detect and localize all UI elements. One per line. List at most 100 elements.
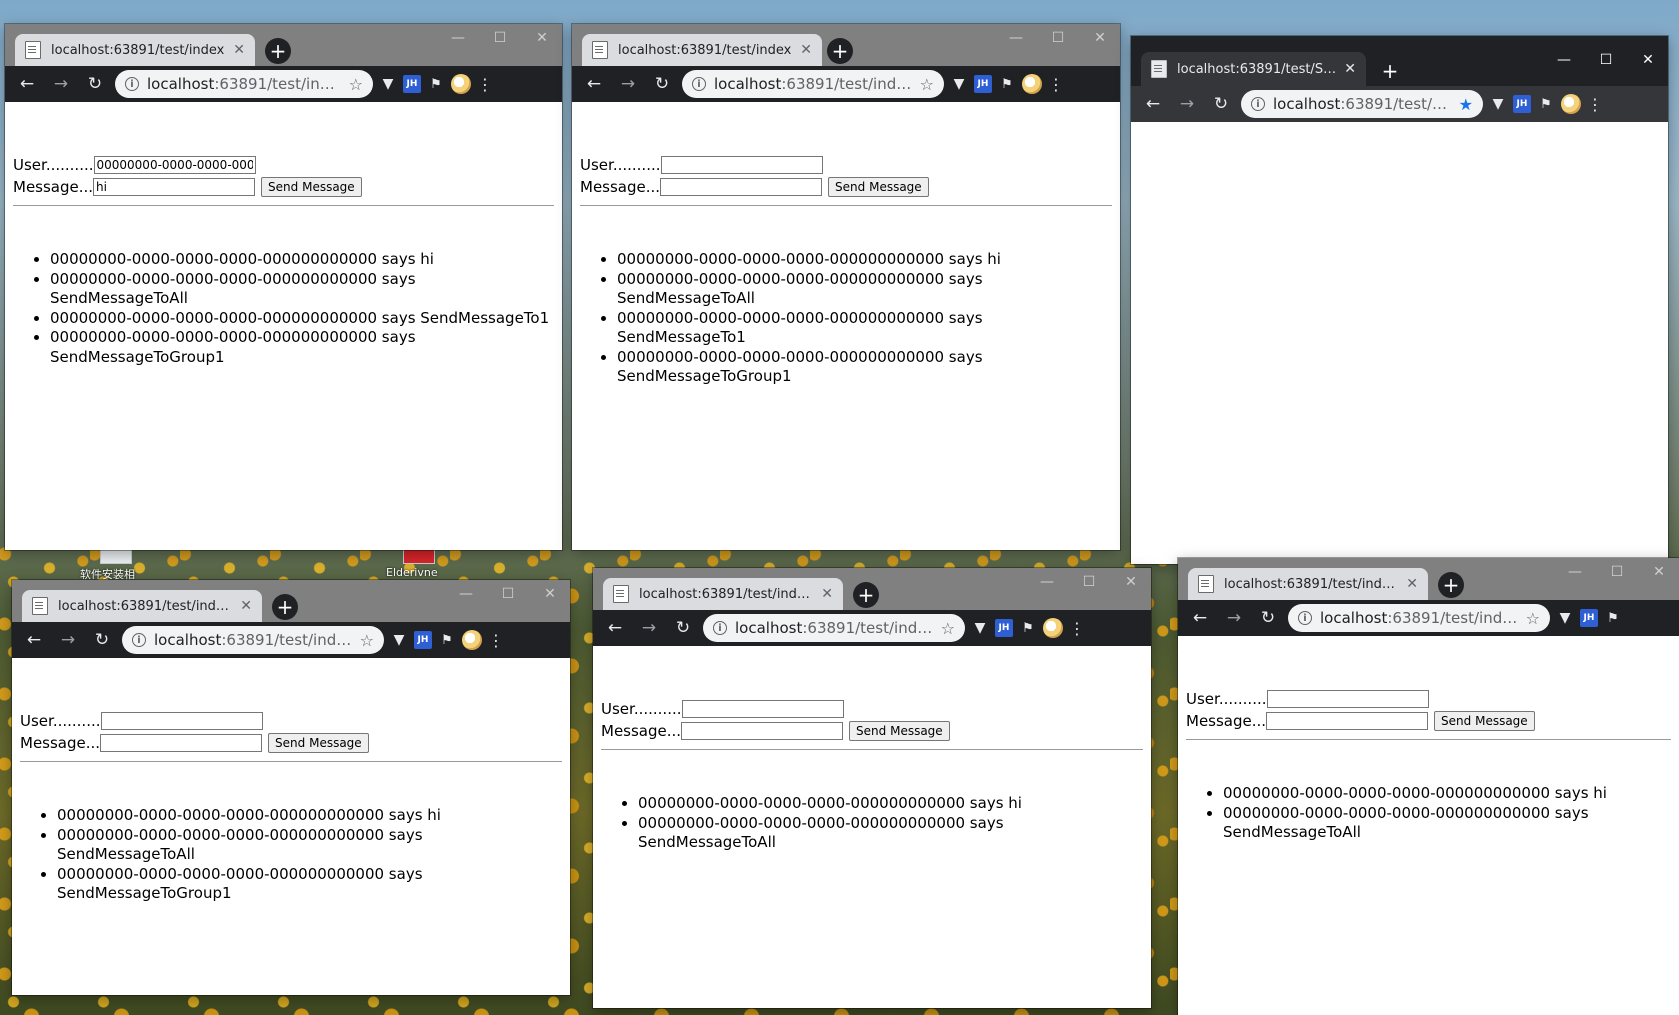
profile-avatar[interactable] xyxy=(462,630,482,650)
reload-icon[interactable]: ↻ xyxy=(648,74,676,94)
extension-jh-icon[interactable]: JH xyxy=(995,619,1013,637)
title-bar[interactable]: localhost:63891/test/index3 ✕ + — ☐ ✕ xyxy=(1178,558,1679,600)
extension-flag-icon[interactable]: ⚑ xyxy=(438,631,456,649)
profile-avatar[interactable] xyxy=(1043,618,1063,638)
extension-v-icon[interactable]: ▼ xyxy=(379,75,397,93)
back-arrow-icon[interactable]: ← xyxy=(580,74,608,94)
forward-arrow-icon[interactable]: → xyxy=(614,74,642,94)
reload-icon[interactable]: ↻ xyxy=(669,618,697,638)
kebab-menu-icon[interactable]: ⋮ xyxy=(1587,95,1603,114)
maximize-icon[interactable]: ☐ xyxy=(496,586,520,602)
maximize-icon[interactable]: ☐ xyxy=(1046,30,1070,46)
info-icon[interactable]: i xyxy=(1251,97,1265,111)
message-input[interactable] xyxy=(681,722,844,740)
back-arrow-icon[interactable]: ← xyxy=(20,630,48,650)
forward-arrow-icon[interactable]: → xyxy=(54,630,82,650)
close-icon[interactable]: ✕ xyxy=(538,586,562,602)
extension-flag-icon[interactable]: ⚑ xyxy=(427,75,445,93)
user-input[interactable] xyxy=(100,712,263,730)
close-icon[interactable]: ✕ xyxy=(1406,576,1418,592)
info-icon[interactable]: i xyxy=(125,77,139,91)
bookmark-star-icon[interactable]: ☆ xyxy=(941,619,955,638)
minimize-icon[interactable]: — xyxy=(1552,52,1576,68)
bookmark-star-icon[interactable]: ★ xyxy=(1459,95,1473,114)
close-icon[interactable]: ✕ xyxy=(1119,574,1143,590)
forward-arrow-icon[interactable]: → xyxy=(635,618,663,638)
extension-flag-icon[interactable]: ⚑ xyxy=(998,75,1016,93)
minimize-icon[interactable]: — xyxy=(446,30,470,46)
kebab-menu-icon[interactable]: ⋮ xyxy=(1069,619,1085,638)
profile-avatar[interactable] xyxy=(1561,94,1581,114)
info-icon[interactable]: i xyxy=(132,633,146,647)
back-arrow-icon[interactable]: ← xyxy=(601,618,629,638)
close-icon[interactable]: ✕ xyxy=(821,586,833,602)
close-icon[interactable]: ✕ xyxy=(800,42,812,58)
close-icon[interactable]: ✕ xyxy=(240,598,252,614)
extension-v-icon[interactable]: ▼ xyxy=(1556,609,1574,627)
user-input[interactable] xyxy=(93,156,256,174)
extension-v-icon[interactable]: ▼ xyxy=(971,619,989,637)
profile-avatar[interactable] xyxy=(1022,74,1042,94)
kebab-menu-icon[interactable]: ⋮ xyxy=(1048,75,1064,94)
send-message-button[interactable]: Send Message xyxy=(261,177,362,197)
close-icon[interactable]: ✕ xyxy=(1647,564,1671,580)
bookmark-star-icon[interactable]: ☆ xyxy=(349,75,363,94)
extension-flag-icon[interactable]: ⚑ xyxy=(1537,95,1555,113)
message-input[interactable] xyxy=(1266,712,1429,730)
maximize-icon[interactable]: ☐ xyxy=(1077,574,1101,590)
close-icon[interactable]: ✕ xyxy=(1636,52,1660,68)
send-message-button[interactable]: Send Message xyxy=(268,733,369,753)
extension-jh-icon[interactable]: JH xyxy=(414,631,432,649)
reload-icon[interactable]: ↻ xyxy=(1254,608,1282,628)
browser-tab[interactable]: localhost:63891/test/index ✕ xyxy=(582,34,822,66)
extension-v-icon[interactable]: ▼ xyxy=(390,631,408,649)
browser-tab[interactable]: localhost:63891/test/index3 ✕ xyxy=(1188,568,1428,600)
send-message-button[interactable]: Send Message xyxy=(828,177,929,197)
minimize-icon[interactable]: — xyxy=(454,586,478,602)
kebab-menu-icon[interactable]: ⋮ xyxy=(477,75,493,94)
kebab-menu-icon[interactable]: ⋮ xyxy=(488,631,504,650)
title-bar[interactable]: localhost:63891/test/index1 ✕ + — ☐ ✕ xyxy=(12,580,570,622)
profile-avatar[interactable] xyxy=(451,74,471,94)
forward-arrow-icon[interactable]: → xyxy=(47,74,75,94)
title-bar[interactable]: localhost:63891/test/index2 ✕ + — ☐ ✕ xyxy=(593,568,1151,610)
plus-icon[interactable]: + xyxy=(1438,572,1464,598)
extension-flag-icon[interactable]: ⚑ xyxy=(1604,609,1622,627)
address-bar[interactable]: i localhost:63891/test/index ☆ xyxy=(115,70,373,98)
extension-jh-icon[interactable]: JH xyxy=(403,75,421,93)
address-bar[interactable]: i localhost:63891/test/index1 ☆ xyxy=(122,626,384,654)
maximize-icon[interactable]: ☐ xyxy=(488,30,512,46)
address-bar[interactable]: i localhost:63891/test/index3 ☆ xyxy=(1288,604,1550,632)
extension-jh-icon[interactable]: JH xyxy=(1580,609,1598,627)
address-bar[interactable]: i localhost:63891/test/index ☆ xyxy=(682,70,944,98)
message-input[interactable] xyxy=(93,178,256,196)
plus-icon[interactable]: + xyxy=(827,38,853,64)
info-icon[interactable]: i xyxy=(1298,611,1312,625)
back-arrow-icon[interactable]: ← xyxy=(1139,94,1167,114)
maximize-icon[interactable]: ☐ xyxy=(1605,564,1629,580)
user-input[interactable] xyxy=(1266,690,1429,708)
close-icon[interactable]: ✕ xyxy=(1344,61,1356,77)
close-icon[interactable]: ✕ xyxy=(1088,30,1112,46)
forward-arrow-icon[interactable]: → xyxy=(1173,94,1201,114)
plus-icon[interactable]: + xyxy=(853,582,879,608)
title-bar[interactable]: localhost:63891/test/index ✕ + — ☐ ✕ xyxy=(5,24,562,66)
minimize-icon[interactable]: — xyxy=(1004,30,1028,46)
title-bar[interactable]: localhost:63891/test/index ✕ + — ☐ ✕ xyxy=(572,24,1120,66)
address-bar[interactable]: i localhost:63891/test/index2 ☆ xyxy=(703,614,965,642)
send-message-button[interactable]: Send Message xyxy=(849,721,950,741)
maximize-icon[interactable]: ☐ xyxy=(1594,52,1618,68)
reload-icon[interactable]: ↻ xyxy=(81,74,109,94)
send-message-button[interactable]: Send Message xyxy=(1434,711,1535,731)
user-input[interactable] xyxy=(681,700,844,718)
address-bar[interactable]: i localhost:63891/test/Se... ★ xyxy=(1241,90,1483,118)
bookmark-star-icon[interactable]: ☆ xyxy=(360,631,374,650)
reload-icon[interactable]: ↻ xyxy=(88,630,116,650)
close-icon[interactable]: ✕ xyxy=(530,30,554,46)
close-icon[interactable]: ✕ xyxy=(233,42,245,58)
info-icon[interactable]: i xyxy=(713,621,727,635)
back-arrow-icon[interactable]: ← xyxy=(1186,608,1214,628)
user-input[interactable] xyxy=(660,156,823,174)
plus-icon[interactable]: + xyxy=(265,38,291,64)
extension-jh-icon[interactable]: JH xyxy=(974,75,992,93)
